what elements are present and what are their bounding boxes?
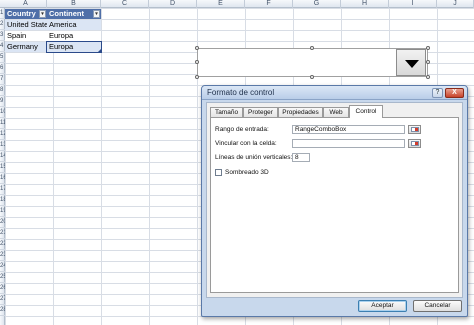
cancel-button[interactable]: Cancelar — [413, 300, 462, 312]
column-header-d[interactable]: D — [149, 0, 197, 8]
selection-handle[interactable] — [310, 46, 314, 50]
table-cell[interactable]: Europa — [46, 41, 102, 53]
column-header-bar: A B C D E F G H I J — [0, 0, 474, 8]
column-header-b[interactable]: B — [47, 0, 101, 8]
selection-handle[interactable] — [426, 75, 430, 79]
column-header-i[interactable]: I — [389, 0, 437, 8]
combobox-control[interactable] — [197, 48, 428, 77]
shading-3d-checkbox[interactable] — [215, 169, 222, 176]
column-header-g[interactable]: G — [293, 0, 341, 8]
table-cell[interactable]: America — [47, 20, 101, 30]
tab-size[interactable]: Tamaño — [210, 107, 243, 117]
dropdown-triangle-icon — [405, 60, 419, 68]
table-cell[interactable]: United States — [5, 20, 47, 30]
selection-handle[interactable] — [310, 75, 314, 79]
dialog-body: Tamaño Proteger Propiedades Web Control … — [206, 102, 463, 298]
input-range-label: Rango de entrada: — [215, 126, 269, 133]
help-button[interactable]: ? — [432, 88, 443, 98]
table-header-label: Continent — [49, 9, 84, 18]
format-control-dialog: Formato de control ? X Tamaño Proteger P… — [201, 85, 468, 317]
tab-control[interactable]: Control — [349, 105, 383, 118]
filter-dropdown-icon[interactable]: ▾ — [93, 10, 100, 18]
selection-handle[interactable] — [195, 46, 199, 50]
table-cell[interactable]: Europa — [47, 31, 101, 41]
column-header-f[interactable]: F — [245, 0, 293, 8]
selection-handle[interactable] — [195, 75, 199, 79]
table-header-cell[interactable]: Country ▾ — [5, 9, 47, 19]
dropdown-lines-field[interactable]: 8 — [292, 153, 310, 162]
column-header-a[interactable]: A — [5, 0, 47, 8]
collapse-dialog-icon — [411, 141, 419, 146]
dropdown-lines-label: Líneas de unión verticales: — [215, 154, 293, 161]
column-header-c[interactable]: C — [101, 0, 149, 8]
tab-properties[interactable]: Propiedades — [278, 107, 323, 117]
table-cell[interactable]: Spain — [5, 31, 47, 41]
input-range-field[interactable]: RangeComboBox — [292, 125, 405, 134]
table-cell[interactable]: Germany — [5, 42, 47, 52]
filter-dropdown-icon[interactable]: ▾ — [39, 10, 46, 18]
cell-link-label: Vincular con la celda: — [215, 140, 277, 147]
column-header-e[interactable]: E — [197, 0, 245, 8]
close-button[interactable]: X — [445, 88, 464, 98]
selection-handle[interactable] — [195, 60, 199, 64]
selection-handle[interactable] — [426, 46, 430, 50]
tab-protection[interactable]: Proteger — [243, 107, 278, 117]
dialog-title: Formato de control — [207, 88, 275, 97]
table-header-label: Country — [7, 9, 36, 18]
cell-link-ref-button[interactable] — [408, 139, 421, 148]
selection-handle[interactable] — [426, 60, 430, 64]
control-tab-panel: Rango de entrada: RangeComboBox Vincular… — [210, 117, 459, 293]
column-header-j[interactable]: J — [437, 0, 474, 8]
table-resize-handle[interactable] — [98, 49, 101, 52]
collapse-dialog-icon — [411, 127, 419, 132]
shading-3d-label: Sombreado 3D — [225, 169, 269, 176]
table-cell-text: Europa — [49, 42, 74, 51]
table-header-cell[interactable]: Continent ▾ — [47, 9, 101, 19]
combobox-dropdown-button[interactable] — [396, 49, 426, 76]
dialog-titlebar[interactable]: Formato de control ? X — [202, 86, 467, 100]
ok-button[interactable]: Aceptar — [358, 300, 407, 312]
tab-web[interactable]: Web — [323, 107, 349, 117]
cell-link-field[interactable] — [292, 139, 405, 148]
column-header-h[interactable]: H — [341, 0, 389, 8]
input-range-ref-button[interactable] — [408, 125, 421, 134]
